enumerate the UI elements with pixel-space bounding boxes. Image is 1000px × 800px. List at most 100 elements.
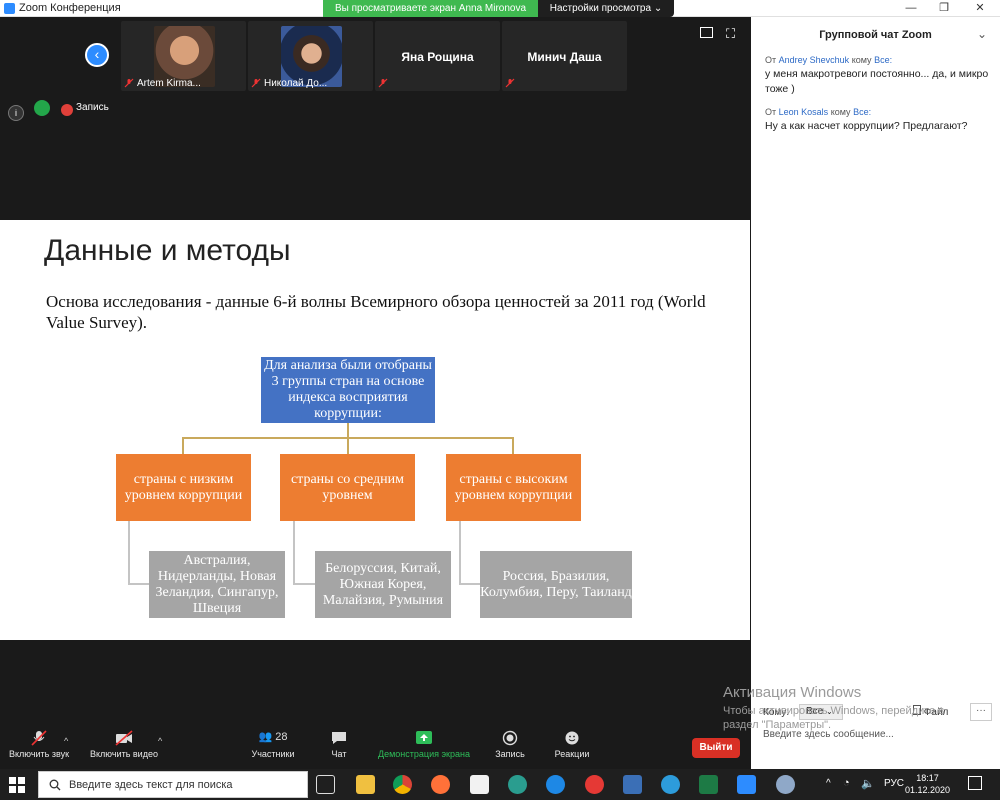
minimize-button[interactable]: — <box>896 0 926 17</box>
share-screen-icon <box>416 731 432 744</box>
app-taskbar-icon[interactable] <box>776 775 795 794</box>
windows-activation-text: Чтобы активировать Windows, перейдите в … <box>723 705 945 731</box>
file-explorer-icon[interactable] <box>356 775 375 794</box>
video-off-icon <box>115 730 133 746</box>
muted-mic-icon <box>31 730 47 746</box>
task-view-icon[interactable] <box>316 775 335 794</box>
chat-message-list: От Andrey Shevchuk кому Все: у меня макр… <box>765 55 990 134</box>
unmute-label: Включить звук <box>8 749 70 759</box>
recipient-name: Все: <box>874 55 893 65</box>
muted-mic-icon <box>378 78 388 88</box>
muted-mic-icon <box>251 78 261 88</box>
network-icon[interactable]: ◔ <box>843 777 850 789</box>
tray-chevron-up-icon[interactable]: ^ <box>826 778 831 789</box>
shield-icon[interactable] <box>34 100 51 116</box>
recipient-name: Все: <box>853 107 872 117</box>
fullscreen-icon[interactable]: ⛶ <box>726 26 735 42</box>
participant-name: Николай До... <box>264 78 328 89</box>
sender-name[interactable]: Leon Kosals <box>779 107 829 117</box>
connector-line <box>347 437 349 454</box>
connector-line <box>512 437 514 454</box>
connector-line <box>128 583 149 585</box>
chat-button[interactable]: Чат <box>324 730 354 759</box>
chat-message-text: у меня макротревоги постоянно... да, и м… <box>765 68 989 95</box>
chat-label: Чат <box>331 749 347 759</box>
smiley-icon <box>565 731 579 745</box>
volume-icon[interactable]: 🔈 <box>861 777 875 790</box>
meeting-info-row: i <box>8 100 73 121</box>
previous-page-button[interactable]: ‹ <box>85 43 109 67</box>
diagram-group-label: страны с высоким уровнем коррупции <box>454 471 573 503</box>
taskbar-search-placeholder: Введите здесь текст для поиска <box>69 779 233 791</box>
unmute-button[interactable]: Включить звук <box>6 730 72 759</box>
chrome-icon[interactable] <box>393 775 412 794</box>
chat-options-chevron-icon[interactable]: ⌄ <box>977 27 987 41</box>
participants-button[interactable]: 👥 28 Участники <box>246 730 300 759</box>
edge-icon[interactable] <box>546 775 565 794</box>
connector-line <box>293 583 315 585</box>
record-label: Запись <box>495 749 525 759</box>
participant-tile[interactable]: Artem Kirma... <box>121 21 246 91</box>
leave-meeting-button[interactable]: Выйти <box>692 738 740 758</box>
audio-options-caret[interactable]: ^ <box>64 736 68 746</box>
reactions-button[interactable]: Реакции <box>550 730 594 759</box>
windows-activation-title: Активация Windows <box>723 684 862 701</box>
record-icon <box>60 104 73 116</box>
language-indicator[interactable]: РУС <box>884 778 904 789</box>
record-icon <box>502 730 518 746</box>
close-window-button[interactable]: ✕ <box>965 0 995 17</box>
zoom-logo-icon <box>4 3 15 14</box>
u-app-icon[interactable] <box>508 775 527 794</box>
clock-time: 18:17 <box>916 773 939 783</box>
chevron-down-icon: ⌄ <box>653 3 663 14</box>
from-label: От <box>765 55 777 65</box>
meeting-toolbar: Включить звук ^ Включить видео ^ 👥 28 Уч… <box>0 722 750 769</box>
search-icon <box>49 779 61 791</box>
restore-button[interactable]: ❐ <box>929 0 959 17</box>
network-app-icon[interactable] <box>623 775 642 794</box>
participant-tile[interactable]: Яна Рощина <box>375 21 500 91</box>
diagram-root-box: Для анализа были отобраны 3 группы стран… <box>261 357 435 423</box>
participants-icon: 👥 28 <box>258 731 288 743</box>
participant-tile[interactable]: Минич Даша <box>502 21 627 91</box>
sender-name[interactable]: Andrey Shevchuk <box>779 55 850 65</box>
video-options-caret[interactable]: ^ <box>158 736 162 746</box>
firefox-icon[interactable] <box>431 775 450 794</box>
share-screen-button[interactable]: Демонстрация экрана <box>372 730 476 759</box>
diagram-group-label: страны со средним уровнем <box>290 471 405 503</box>
clock-date: 01.12.2020 <box>905 785 951 795</box>
chat-message-header: От Andrey Shevchuk кому Все: <box>765 55 990 65</box>
taskbar-search-box[interactable]: Введите здесь текст для поиска <box>38 771 308 798</box>
view-options-label: Настройки просмотра <box>549 3 652 14</box>
participant-name: Минич Даша <box>527 50 602 64</box>
slide-title: Данные и методы <box>44 234 291 267</box>
notifications-icon[interactable] <box>968 776 982 790</box>
diagram-group-box: страны с низким уровнем коррупции <box>116 454 251 521</box>
to-label: кому <box>851 55 872 65</box>
participant-tile[interactable]: Николай До... <box>248 21 373 91</box>
chat-bubble-icon <box>332 732 346 744</box>
gallery-view-icon[interactable] <box>700 27 713 38</box>
view-options-button[interactable]: Настройки просмотра ⌄ <box>538 0 674 17</box>
diagram-countries-text: Австралия, Нидерланды, Новая Зеландия, С… <box>155 552 279 616</box>
recording-label: Запись <box>76 102 109 113</box>
chat-more-button[interactable]: ··· <box>970 703 992 721</box>
c-app-icon[interactable] <box>661 775 680 794</box>
diagram-countries-box: Австралия, Нидерланды, Новая Зеландия, С… <box>149 551 285 618</box>
start-video-button[interactable]: Включить видео <box>86 730 162 759</box>
chat-message: От Leon Kosals кому Все: Ну а как насчет… <box>765 107 990 134</box>
connector-line <box>128 521 130 585</box>
windows-start-icon[interactable] <box>9 777 25 793</box>
excel-icon[interactable] <box>699 775 718 794</box>
system-clock[interactable]: 18:17 01.12.2020 <box>905 772 950 796</box>
zoom-taskbar-icon[interactable] <box>737 775 756 794</box>
chat-message-header: От Leon Kosals кому Все: <box>765 107 990 117</box>
document-icon[interactable] <box>470 775 489 794</box>
diagram-countries-text: Белоруссия, Китай, Южная Корея, Малайзия… <box>322 560 444 608</box>
participants-count: 28 <box>275 731 288 743</box>
chat-message-text: Ну а как насчет коррупции? Предлагают? <box>765 120 968 132</box>
yandex-browser-icon[interactable] <box>585 775 604 794</box>
record-button[interactable]: Запись <box>490 730 530 759</box>
info-icon[interactable]: i <box>8 105 24 121</box>
chevron-left-icon: ‹ <box>94 46 100 62</box>
